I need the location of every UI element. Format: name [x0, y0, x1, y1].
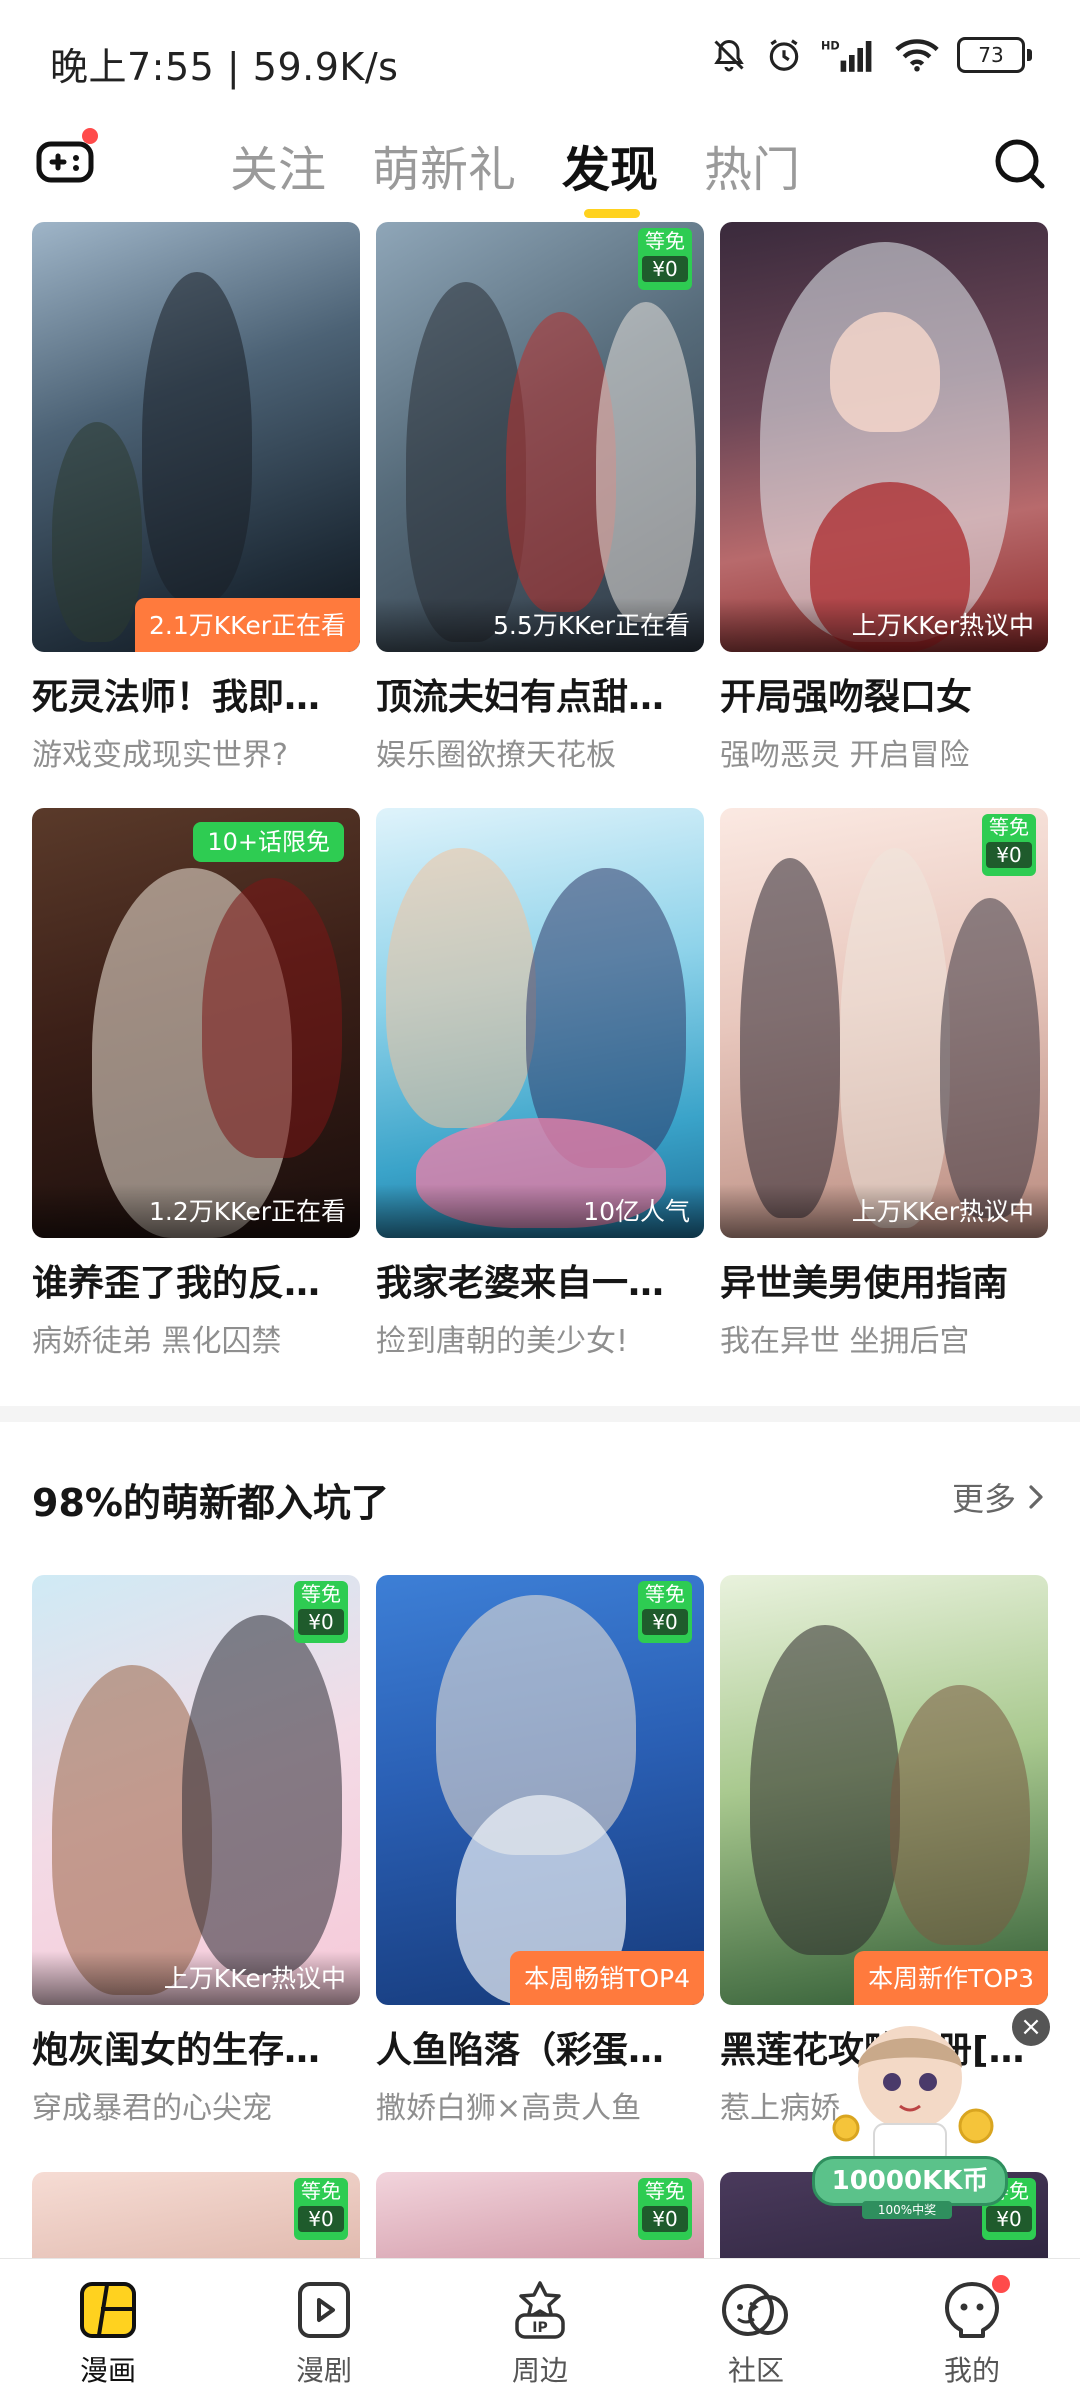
nav-label: 漫画	[79, 2354, 136, 2387]
chevron-right-icon	[1029, 1485, 1043, 1509]
popularity-label: 1.2万KKer正在看	[32, 1184, 360, 1238]
alarm-icon	[765, 36, 803, 74]
nav-merch[interactable]: IP 周边	[432, 2259, 648, 2401]
section-title: 98%的萌新都入坑了	[32, 1481, 389, 1525]
nav-comic[interactable]: 漫画	[0, 2259, 216, 2401]
ranking-label: 本周畅销TOP4	[510, 1951, 704, 2005]
comic-card[interactable]: 10+话限免 1.2万KKer正在看 谁养歪了我的反… 病娇徒弟 黑化囚禁	[32, 808, 360, 1360]
comic-title: 炮灰闺女的生存…	[32, 2030, 321, 2071]
battery-icon: 73	[957, 37, 1032, 73]
comic-title: 谁养歪了我的反…	[32, 1263, 321, 1304]
wifi-icon	[895, 38, 939, 72]
comic-subtitle: 撒娇白狮×高贵人鱼	[376, 2091, 642, 2126]
comic-title: 我家老婆来自一…	[376, 1263, 665, 1304]
comic-cover[interactable]: 上万KKer热议中	[720, 222, 1048, 652]
video-play-icon	[298, 2282, 350, 2338]
status-icons: HD 73	[711, 36, 1032, 74]
svg-text:HD: HD	[821, 39, 840, 52]
more-label: 更多	[951, 1480, 1016, 1518]
popularity-label: 上万KKer热议中	[720, 598, 1048, 652]
comic-cover[interactable]: 10+话限免 1.2万KKer正在看	[32, 808, 360, 1238]
comic-cover[interactable]: 本周新作TOP3	[720, 1575, 1048, 2005]
top-tabs: 关注 萌新礼 发现 热门	[230, 130, 800, 220]
tab-newbie-gift[interactable]: 萌新礼	[372, 130, 516, 220]
mute-bell-icon	[711, 37, 747, 73]
tab-hot[interactable]: 热门	[704, 130, 800, 220]
nav-label: 漫剧	[295, 2354, 352, 2387]
nav-label: 社区	[727, 2354, 784, 2387]
comic-subtitle: 游戏变成现实世界?	[32, 738, 288, 773]
comic-card[interactable]: 10亿人气 我家老婆来自一… 捡到唐朝的美少女!	[376, 808, 704, 1360]
tab-follow[interactable]: 关注	[230, 130, 326, 220]
nav-short-drama[interactable]: 漫剧	[216, 2259, 432, 2401]
promo-close-button[interactable]: ×	[1012, 2008, 1050, 2046]
comic-cover[interactable]: 等免 ¥0 5.5万KKer正在看	[376, 222, 704, 652]
comic-subtitle: 病娇徒弟 黑化囚禁	[32, 1324, 282, 1359]
comic-cover[interactable]: 等免 ¥0 上万KKer热议中	[720, 808, 1048, 1238]
comic-title: 顶流夫妇有点甜…	[376, 677, 665, 718]
search-icon	[995, 139, 1045, 189]
wait-free-badge: 等免 ¥0	[638, 2178, 692, 2240]
comic-title: 异世美男使用指南	[720, 1263, 1009, 1304]
comic-subtitle: 捡到唐朝的美少女!	[376, 1324, 629, 1359]
comic-subtitle: 强吻恶灵 开启冒险	[720, 738, 970, 773]
battery-level: 73	[957, 37, 1025, 73]
popularity-label: 上万KKer热议中	[32, 1951, 360, 2005]
promo-mascot-icon	[832, 2026, 994, 2165]
svg-text:IP: IP	[532, 2320, 547, 2336]
search-button[interactable]	[990, 134, 1050, 194]
wait-free-badge: 等免 ¥0	[638, 1581, 692, 1643]
popularity-label: 2.1万KKer正在看	[135, 598, 360, 652]
promo-sub: 100%中奖	[862, 2201, 952, 2219]
section-divider	[0, 1406, 1080, 1422]
nav-label: 周边	[511, 2354, 568, 2387]
bottom-nav: 漫画 漫剧 IP 周边 社区 我的	[0, 2258, 1080, 2401]
wait-free-badge: 等免 ¥0	[294, 1581, 348, 1643]
popularity-label: 10亿人气	[376, 1184, 704, 1238]
wait-free-badge: 等免 ¥0	[638, 228, 692, 290]
popularity-label: 上万KKer热议中	[720, 1184, 1048, 1238]
status-time-speed: 晚上7:55 | 59.9K/s	[50, 45, 399, 89]
promo-pill: 10000KK币	[812, 2156, 1008, 2206]
game-center-button[interactable]	[34, 128, 100, 194]
comic-card[interactable]: 等免 ¥0 上万KKer热议中 炮灰闺女的生存… 穿成暴君的心尖宠	[32, 1575, 360, 2127]
wait-free-badge: 等免 ¥0	[982, 814, 1036, 876]
ip-merch-icon: IP	[515, 2281, 565, 2339]
community-icon	[722, 2284, 788, 2336]
status-bar: 晚上7:55 | 59.9K/s HD 73	[0, 0, 1080, 120]
comic-cover[interactable]: 2.1万KKer正在看	[32, 222, 360, 652]
popularity-label: 5.5万KKer正在看	[376, 598, 704, 652]
comic-title: 人鱼陷落（彩蛋…	[376, 2030, 665, 2071]
comic-title: 开局强吻裂口女	[720, 677, 973, 718]
signal-hd-icon: HD	[821, 38, 877, 72]
kk-coin-promo[interactable]: 10000KK币 100%中奖	[800, 2008, 1020, 2219]
comic-card[interactable]: 等免 ¥0 5.5万KKer正在看 顶流夫妇有点甜… 娱乐圈欲撩天花板	[376, 222, 704, 774]
tab-discover[interactable]: 发现	[562, 130, 658, 220]
comic-cover[interactable]: 等免 ¥0 上万KKer热议中	[32, 1575, 360, 2005]
nav-community[interactable]: 社区	[648, 2259, 864, 2401]
nav-profile[interactable]: 我的	[864, 2259, 1080, 2401]
active-tab-indicator	[584, 209, 641, 218]
comic-card[interactable]: 等免 ¥0 本周畅销TOP4 人鱼陷落（彩蛋… 撒娇白狮×高贵人鱼	[376, 1575, 704, 2127]
comic-card[interactable]: 2.1万KKer正在看 死灵法师！我即… 游戏变成现实世界?	[32, 222, 360, 774]
comic-subtitle: 穿成暴君的心尖宠	[32, 2091, 272, 2126]
comic-cover[interactable]: 10亿人气	[376, 808, 704, 1238]
comic-cover[interactable]: 等免 ¥0 本周畅销TOP4	[376, 1575, 704, 2005]
ranking-label: 本周新作TOP3	[854, 1951, 1048, 2005]
notification-dot	[992, 2275, 1010, 2293]
nav-label: 我的	[943, 2354, 1000, 2387]
comic-subtitle: 我在异世 坐拥后宫	[720, 1324, 970, 1359]
notification-dot	[82, 128, 98, 144]
comic-card[interactable]: 等免 ¥0 上万KKer热议中 异世美男使用指南 我在异世 坐拥后宫	[720, 808, 1048, 1360]
limited-free-badge: 10+话限免	[193, 822, 344, 862]
comic-card[interactable]: 上万KKer热议中 开局强吻裂口女 强吻恶灵 开启冒险	[720, 222, 1048, 774]
wait-free-badge: 等免 ¥0	[294, 2178, 348, 2240]
comic-subtitle: 娱乐圈欲撩天花板	[376, 738, 616, 773]
comic-title: 死灵法师！我即…	[32, 677, 321, 718]
more-link[interactable]: 更多	[952, 1474, 1046, 1520]
comic-icon	[80, 2282, 136, 2338]
